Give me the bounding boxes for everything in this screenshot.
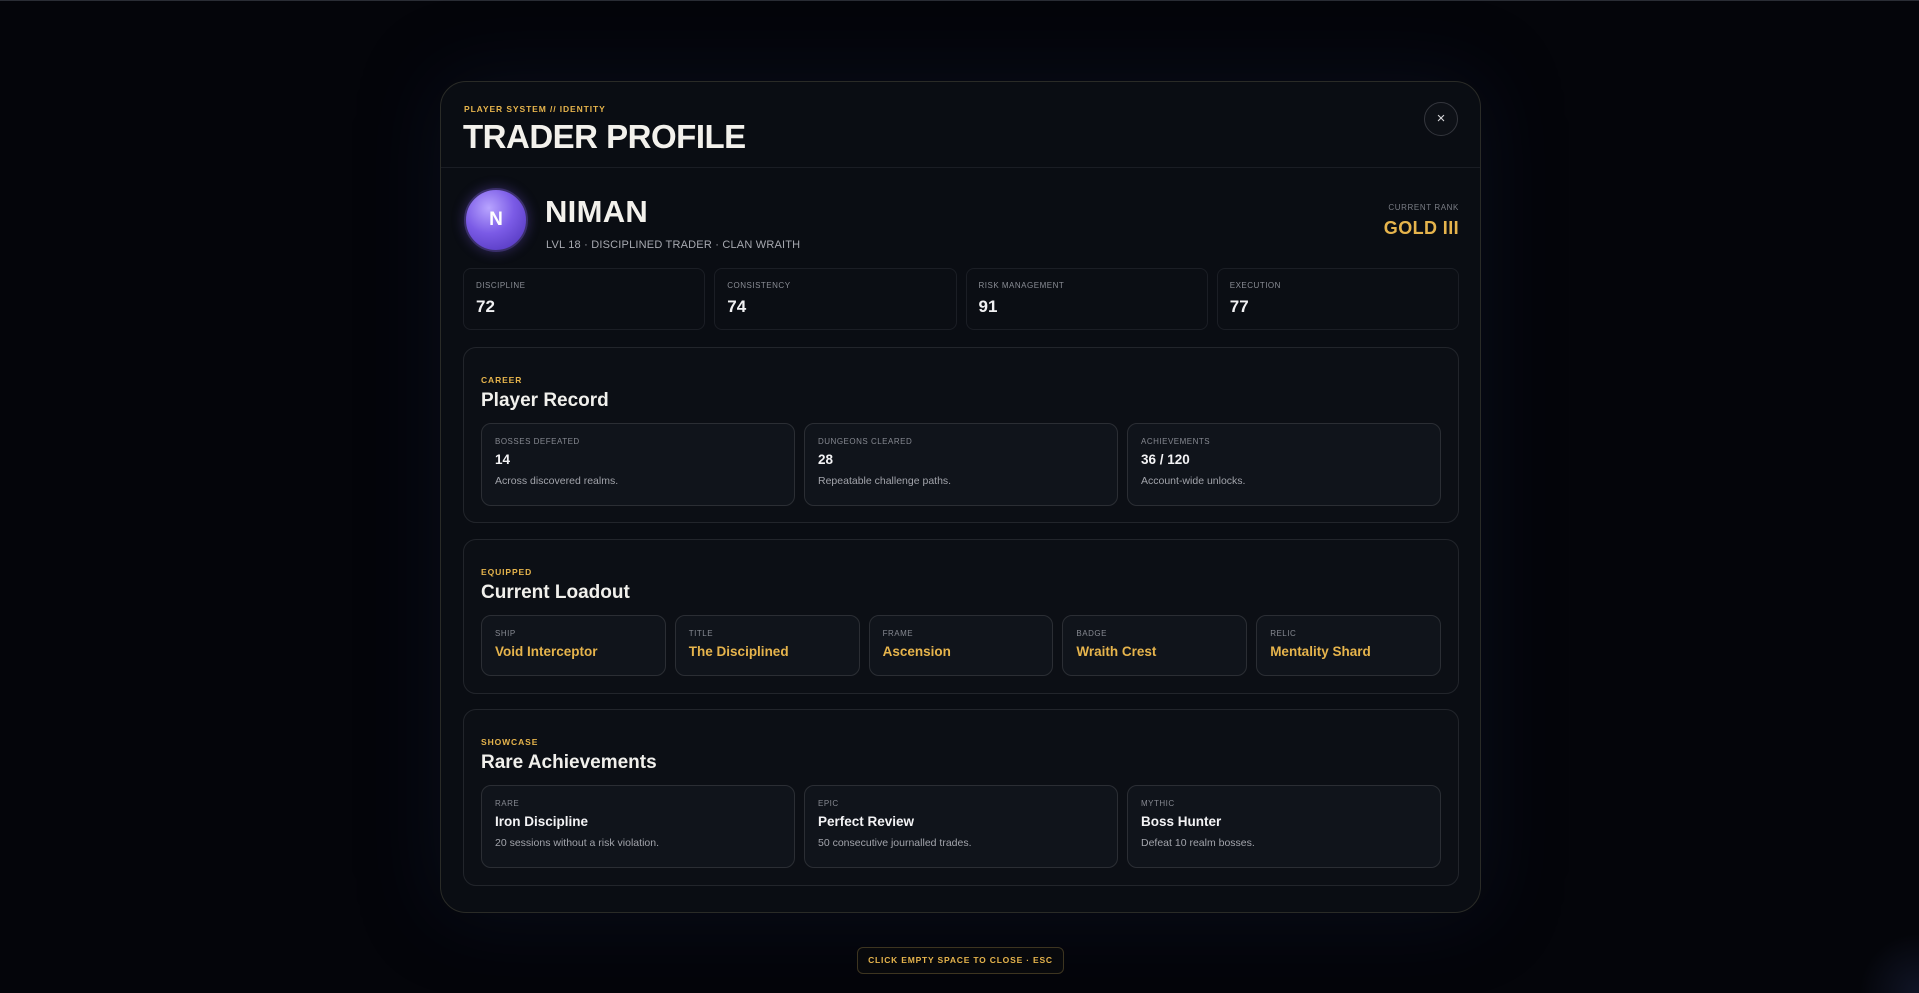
career-section: CAREER Player Record BOSSES DEFEATED 14 … [463, 347, 1459, 523]
card-label: EPIC [818, 799, 839, 808]
card-value: Void Interceptor [495, 644, 598, 659]
stat-card-risk-management: RISK MANAGEMENT 91 [965, 268, 1208, 330]
loadout-section: EQUIPPED Current Loadout SHIP Void Inter… [463, 539, 1459, 694]
corner-glow [1859, 933, 1919, 993]
stat-value: 74 [727, 297, 747, 316]
modal-eyebrow: PLAYER SYSTEM // IDENTITY [464, 104, 606, 114]
showcase-section: SHOWCASE Rare Achievements RARE Iron Dis… [463, 709, 1459, 886]
stat-label: DISCIPLINE [476, 281, 526, 290]
card-description: Account-wide unlocks. [1141, 475, 1246, 487]
card-label: ACHIEVEMENTS [1141, 437, 1211, 446]
rank-label: CURRENT RANK [1388, 203, 1459, 212]
section-eyebrow: CAREER [481, 375, 523, 385]
card-value: 14 [495, 452, 511, 467]
modal-title: TRADER PROFILE [463, 118, 746, 155]
card-label: MYTHIC [1141, 799, 1175, 808]
card-value: 36 / 120 [1141, 452, 1190, 467]
loadout-item-badge: BADGE Wraith Crest [1062, 615, 1248, 676]
card-label: RELIC [1270, 629, 1297, 638]
stat-card-consistency: CONSISTENCY 74 [714, 268, 957, 330]
stat-value: 77 [1229, 297, 1249, 316]
stat-label: CONSISTENCY [727, 281, 791, 290]
trader-profile-modal: PLAYER SYSTEM // IDENTITY TRADER PROFILE… [440, 81, 1481, 913]
card-value: Perfect Review [818, 814, 915, 829]
stat-label: RISK MANAGEMENT [978, 281, 1065, 290]
loadout-item-relic: RELIC Mentality Shard [1256, 615, 1441, 676]
stat-label: EXECUTION [1229, 281, 1281, 290]
card-description: 50 consecutive journalled trades. [818, 837, 972, 849]
card-value: Ascension [882, 644, 951, 659]
card-value: Wraith Crest [1076, 644, 1157, 659]
close-hint-button[interactable]: CLICK EMPTY SPACE TO CLOSE · ESC [857, 947, 1064, 974]
card-label: FRAME [882, 629, 914, 638]
loadout-item-frame: FRAME Ascension [868, 615, 1054, 676]
card-label: BADGE [1076, 629, 1107, 638]
career-card-bosses: BOSSES DEFEATED 14 Across discovered rea… [481, 423, 795, 506]
achievement-card-epic: EPIC Perfect Review 50 consecutive journ… [804, 785, 1118, 868]
card-label: SHIP [495, 629, 516, 638]
loadout-item-title: TITLE The Disciplined [674, 615, 860, 676]
card-description: Across discovered realms. [495, 475, 619, 487]
rank-value: GOLD III [1383, 218, 1459, 238]
loadout-cards: SHIP Void Interceptor TITLE The Discipli… [481, 615, 1441, 676]
close-icon: × [1436, 110, 1446, 127]
card-description: Repeatable challenge paths. [818, 475, 952, 487]
section-eyebrow: EQUIPPED [481, 567, 533, 577]
achievement-card-rare: RARE Iron Discipline 20 sessions without… [481, 785, 795, 868]
showcase-cards: RARE Iron Discipline 20 sessions without… [481, 785, 1441, 868]
card-label: RARE [495, 799, 520, 808]
section-title: Rare Achievements [481, 752, 657, 773]
stats-row: DISCIPLINE 72 CONSISTENCY 74 RISK MANAGE… [463, 268, 1459, 330]
stat-value: 91 [978, 297, 998, 316]
stat-card-execution: EXECUTION 77 [1216, 268, 1459, 330]
card-label: BOSSES DEFEATED [495, 437, 580, 446]
card-value: 28 [818, 452, 834, 467]
player-name: NIMAN [545, 194, 649, 229]
stat-value: 72 [476, 297, 495, 316]
card-value: Mentality Shard [1270, 644, 1371, 659]
stat-card-discipline: DISCIPLINE 72 [463, 268, 706, 330]
section-title: Player Record [481, 390, 609, 411]
career-card-dungeons: DUNGEONS CLEARED 28 Repeatable challenge… [804, 423, 1118, 506]
section-eyebrow: SHOWCASE [481, 737, 539, 747]
card-description: 20 sessions without a risk violation. [495, 837, 659, 849]
player-subtitle: LVL 18 · DISCIPLINED TRADER · CLAN WRAIT… [546, 239, 801, 251]
modal-header: PLAYER SYSTEM // IDENTITY TRADER PROFILE… [441, 82, 1480, 168]
career-cards: BOSSES DEFEATED 14 Across discovered rea… [481, 423, 1441, 506]
career-card-achievements: ACHIEVEMENTS 36 / 120 Account-wide unloc… [1127, 423, 1441, 506]
section-title: Current Loadout [481, 582, 630, 603]
card-value: The Disciplined [688, 644, 789, 659]
loadout-item-ship: SHIP Void Interceptor [481, 615, 666, 676]
close-button[interactable]: × [1424, 102, 1458, 136]
card-label: DUNGEONS CLEARED [818, 437, 913, 446]
card-value: Boss Hunter [1141, 814, 1222, 829]
card-label: TITLE [688, 629, 714, 638]
achievement-card-mythic: MYTHIC Boss Hunter Defeat 10 realm bosse… [1127, 785, 1441, 868]
card-value: Iron Discipline [495, 814, 589, 829]
card-description: Defeat 10 realm bosses. [1141, 837, 1255, 849]
avatar: N [464, 188, 528, 252]
profile-summary: N NIMAN LVL 18 · DISCIPLINED TRADER · CL… [463, 188, 1459, 256]
